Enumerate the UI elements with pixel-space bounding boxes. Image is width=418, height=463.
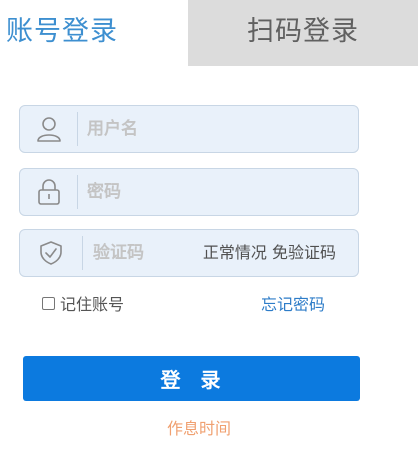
checkbox-box[interactable]: [42, 296, 55, 310]
remember-account-label: 记住账号: [60, 295, 125, 314]
user-icon: [20, 106, 78, 152]
field-divider: [77, 175, 78, 209]
field-divider: [77, 112, 78, 146]
lock-icon: [20, 169, 78, 215]
password-input[interactable]: [87, 169, 347, 215]
field-divider: [82, 236, 83, 270]
shield-check-icon: [20, 230, 82, 276]
remember-account-checkbox[interactable]: 记住账号: [42, 291, 124, 315]
captcha-field-box: 正常情况 免验证码: [19, 229, 359, 277]
password-field-box: [19, 168, 359, 216]
captcha-input[interactable]: [93, 230, 183, 276]
tab-account-login[interactable]: 账号登录: [0, 0, 188, 66]
username-input[interactable]: [87, 106, 347, 152]
login-button[interactable]: 登 录: [23, 356, 360, 401]
captcha-note: 正常情况 免验证码: [202, 243, 336, 262]
rest-time-link[interactable]: 作息时间: [0, 415, 398, 439]
login-tabs: 账号登录 扫码登录: [0, 0, 418, 66]
tab-qr-login[interactable]: 扫码登录: [188, 0, 418, 66]
username-field-box: [19, 105, 359, 153]
forgot-password-link[interactable]: 忘记密码: [261, 291, 325, 315]
